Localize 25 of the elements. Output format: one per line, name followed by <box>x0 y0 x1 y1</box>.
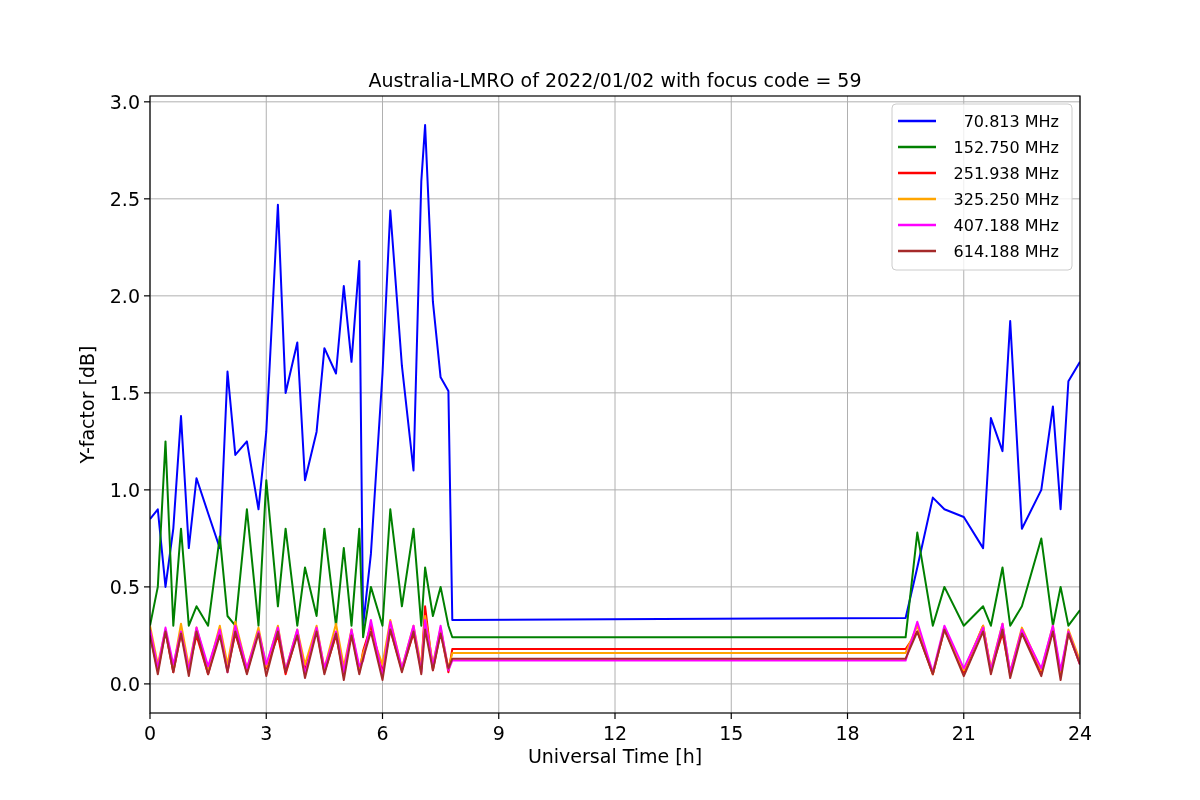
tick-label: 3.0 <box>109 90 140 113</box>
tick-label: 0 <box>143 722 157 744</box>
y-axis-label: Y-factor [dB] <box>76 345 98 464</box>
tick-label: 15 <box>719 722 744 744</box>
tick-label: 2.5 <box>109 187 140 210</box>
tick-label: 18 <box>835 722 860 744</box>
tick-label: 6 <box>376 722 389 744</box>
tick-label: 9 <box>492 722 505 744</box>
tick-label: 3 <box>260 722 273 744</box>
legend-label: 152.750 MHz <box>953 138 1059 157</box>
tick-label: 0.5 <box>109 575 140 598</box>
tick-label: 24 <box>1067 722 1093 744</box>
tick-label: 1.5 <box>109 381 140 404</box>
tick-label: 2.0 <box>109 284 140 307</box>
legend-label: 407.188 MHz <box>953 216 1059 235</box>
legend-label: 614.188 MHz <box>953 242 1059 261</box>
tick-label: 21 <box>951 722 976 744</box>
chart-title: Australia-LMRO of 2022/01/02 with focus code = 59 <box>368 69 862 91</box>
tick-label: 12 <box>602 722 628 744</box>
legend-label: 251.938 MHz <box>953 164 1059 183</box>
legend-label: 325.250 MHz <box>953 190 1059 209</box>
x-axis-label: Universal Time [h] <box>527 745 703 767</box>
tick-label: 1.0 <box>109 478 140 501</box>
legend-label: 70.813 MHz <box>963 112 1059 131</box>
tick-label: 0.0 <box>109 672 140 695</box>
